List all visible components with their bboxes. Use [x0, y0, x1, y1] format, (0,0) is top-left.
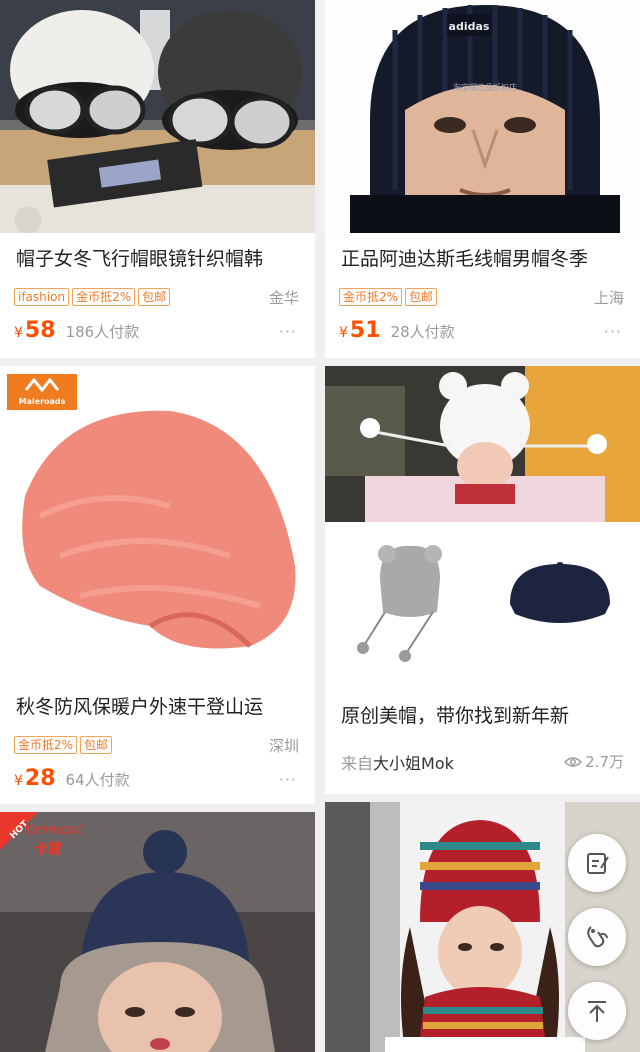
product-location: 上海: [593, 289, 624, 307]
article-card[interactable]: 原创美帽，带你找到新年新 来自大小姐Mok 2.7万: [325, 366, 640, 794]
product-card[interactable]: adidas 淘宝帽正品折扣店 正品阿迪达斯毛线帽男帽冬季 金币抵2% 包邮 上…: [325, 0, 640, 358]
article-title: 原创美帽，带你找到新年新: [341, 705, 570, 727]
product-card[interactable]: HOT Kenmont 卡蒙: [0, 812, 315, 1052]
paid-count: 186人付款: [65, 323, 140, 341]
tag-ifashion: ifashion: [14, 288, 70, 306]
product-price: 28: [24, 766, 56, 791]
edit-note-icon: [587, 853, 609, 874]
product-price: 58: [24, 318, 56, 343]
product-card[interactable]: 帽子女冬飞行帽眼镜针织帽韩 ifashion 金币抵2% 包邮 金华 ¥ 58 …: [0, 0, 315, 358]
tag-free-shipping: 包邮: [405, 288, 438, 306]
kenmont-logo-cn: 卡蒙: [34, 841, 62, 858]
product-image[interactable]: HOT Kenmont 卡蒙: [0, 812, 315, 1052]
wardrobe-icon: [587, 926, 608, 948]
paid-count: 64人付款: [65, 771, 130, 789]
product-location: 金华: [268, 289, 299, 307]
currency-symbol: ¥: [339, 325, 348, 341]
currency-symbol: ¥: [14, 773, 23, 789]
more-options-icon[interactable]: ···: [279, 322, 297, 341]
product-image[interactable]: Maleroads: [0, 366, 315, 679]
view-count: 2.7万: [585, 753, 624, 771]
product-tags: ifashion 金币抵2% 包邮: [14, 288, 171, 306]
article-image-bottom[interactable]: [325, 524, 640, 680]
kenmont-logo-text: Kenmont: [24, 823, 83, 838]
article-image-top[interactable]: [325, 366, 640, 522]
wardrobe-button[interactable]: [568, 908, 626, 966]
tag-free-shipping: 包邮: [138, 288, 171, 306]
product-title: 帽子女冬飞行帽眼镜针织帽韩: [16, 248, 264, 270]
back-to-top-icon: [588, 1001, 606, 1022]
back-to-top-button[interactable]: [568, 982, 626, 1040]
article-source: 来自大小姐Mok: [341, 750, 454, 774]
price-row: ¥ 58 186人付款: [14, 318, 139, 343]
product-tags: 金币抵2% 包邮: [339, 288, 438, 306]
edit-note-button[interactable]: [568, 834, 626, 892]
watermark-text: 淘宝帽正品折扣店: [453, 82, 517, 92]
tag-coin-discount: 金币抵2%: [339, 288, 403, 306]
price-row: ¥ 28 64人付款: [14, 766, 130, 791]
product-image[interactable]: adidas 淘宝帽正品折扣店: [325, 0, 640, 233]
more-options-icon[interactable]: ···: [604, 322, 622, 341]
eye-icon: [564, 756, 583, 767]
price-row: ¥ 51 28人付款: [339, 318, 455, 343]
product-title: 正品阿迪达斯毛线帽男帽冬季: [341, 248, 589, 270]
tag-coin-discount: 金币抵2%: [72, 288, 136, 306]
product-location: 深圳: [268, 737, 299, 755]
product-price: 51: [349, 318, 381, 343]
tag-coin-discount: 金币抵2%: [14, 736, 78, 754]
product-tags: 金币抵2% 包邮: [14, 736, 113, 754]
currency-symbol: ¥: [14, 325, 23, 341]
maleroads-logo-text: Maleroads: [19, 397, 66, 406]
article-views: 2.7万: [564, 751, 624, 772]
adidas-logo-text: adidas: [449, 20, 490, 33]
product-image[interactable]: [0, 0, 315, 233]
tag-free-shipping: 包邮: [80, 736, 113, 754]
paid-count: 28人付款: [390, 323, 455, 341]
product-card[interactable]: Maleroads 秋冬防风保暖户外速干登山运 金币抵2% 包邮 深圳 ¥ 28…: [0, 366, 315, 804]
source-prefix: 来自: [341, 754, 374, 773]
product-title: 秋冬防风保暖户外速干登山运: [16, 696, 264, 718]
source-name[interactable]: 大小姐Mok: [373, 754, 454, 773]
more-options-icon[interactable]: ···: [279, 770, 297, 789]
